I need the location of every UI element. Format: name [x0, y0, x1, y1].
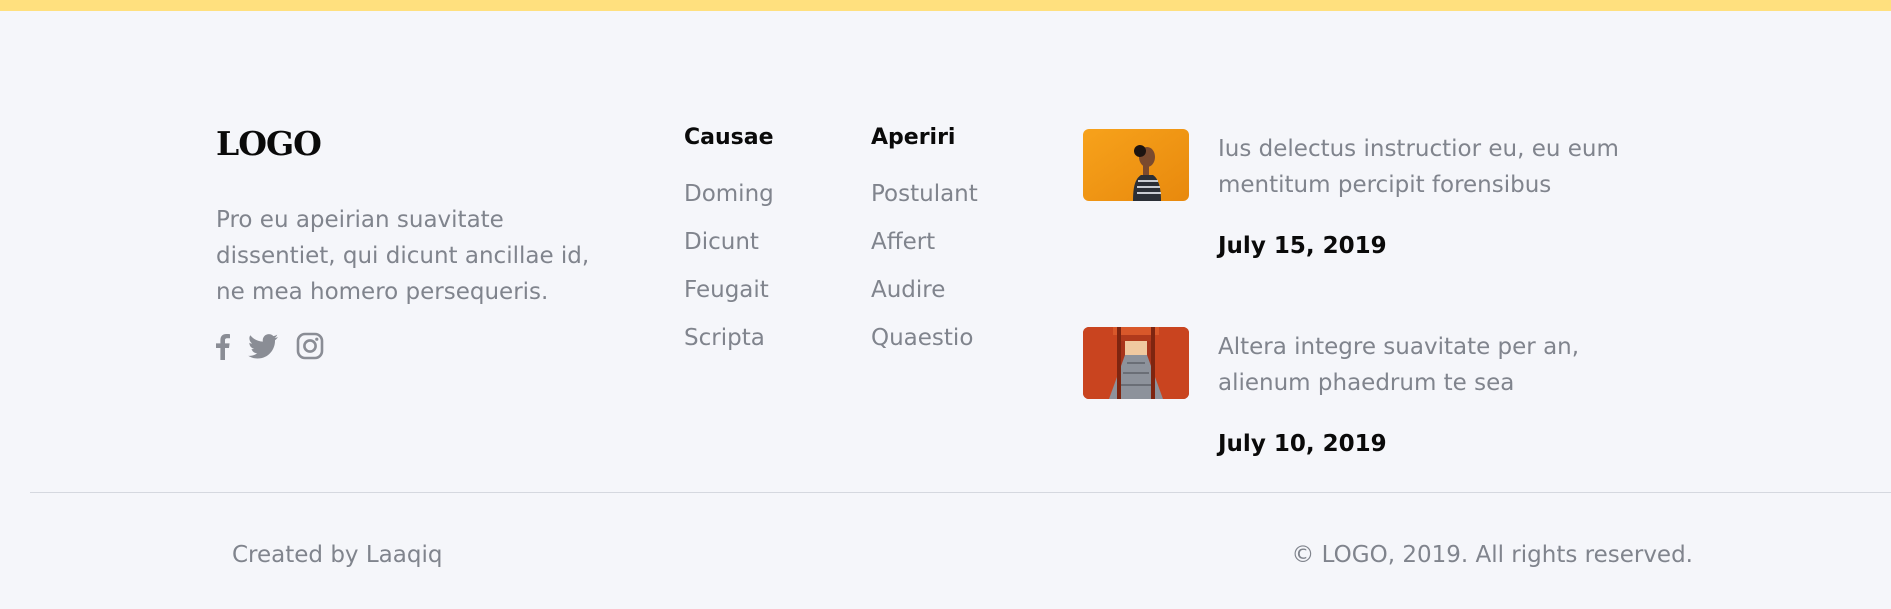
post-thumbnail-torii-gates[interactable] [1083, 327, 1189, 399]
credit-text: Created by Laaqiq [232, 542, 443, 568]
footer-link-affert[interactable]: Affert [871, 218, 978, 266]
footer-link-dicunt[interactable]: Dicunt [684, 218, 774, 266]
column-title: Causae [684, 125, 774, 150]
recent-post: Altera integre suavitate per an, alienum… [1083, 327, 1683, 477]
footer-column-causae: Causae Doming Dicunt Feugait Scripta [684, 125, 774, 362]
footer-logo[interactable]: LOGO [216, 124, 322, 163]
footer-link-scripta[interactable]: Scripta [684, 314, 774, 362]
top-accent-bar [0, 0, 1891, 11]
post-date: July 15, 2019 [1218, 233, 1387, 259]
copyright-text: © LOGO, 2019. All rights reserved. [1291, 542, 1693, 568]
facebook-icon[interactable] [216, 333, 230, 360]
recent-post: Ius delectus instructior eu, eu eum ment… [1083, 129, 1683, 279]
column-title: Aperiri [871, 125, 956, 150]
post-excerpt[interactable]: Altera integre suavitate per an, alienum… [1218, 329, 1678, 401]
footer-divider [30, 492, 1891, 493]
instagram-icon[interactable] [296, 332, 324, 360]
footer-link-audire[interactable]: Audire [871, 266, 978, 314]
footer-column-aperiri: Aperiri Postulant Affert Audire Quaestio [871, 125, 978, 362]
twitter-icon[interactable] [248, 333, 278, 359]
footer-link-doming[interactable]: Doming [684, 170, 774, 218]
post-excerpt[interactable]: Ius delectus instructior eu, eu eum ment… [1218, 131, 1678, 203]
post-thumbnail-woman-profile[interactable] [1083, 129, 1189, 201]
footer-link-quaestio[interactable]: Quaestio [871, 314, 978, 362]
footer-link-feugait[interactable]: Feugait [684, 266, 774, 314]
footer-about-text: Pro eu apeirian suavitate dissentiet, qu… [216, 207, 590, 305]
social-links [216, 332, 324, 360]
post-date: July 10, 2019 [1218, 431, 1387, 457]
footer-link-postulant[interactable]: Postulant [871, 170, 978, 218]
